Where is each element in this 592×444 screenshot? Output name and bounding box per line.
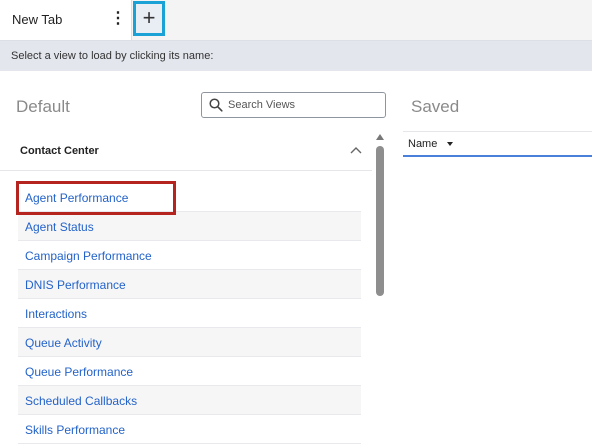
view-link-campaign-performance[interactable]: Campaign Performance [25,249,152,263]
group-header-contact-center[interactable]: Contact Center [0,130,372,171]
view-link-skills-performance[interactable]: Skills Performance [25,423,125,437]
add-tab-button[interactable]: + [133,1,165,36]
scroll-up-arrow-icon[interactable] [376,134,384,140]
saved-panel-title: Saved [411,97,460,116]
caret-down-icon[interactable] [447,142,453,146]
tab-new-tab[interactable]: New Tab ⋮ [0,0,132,40]
view-link-queue-performance[interactable]: Queue Performance [25,365,133,379]
view-link-agent-performance[interactable]: Agent Performance [25,191,128,205]
view-link-dnis-performance[interactable]: DNIS Performance [25,278,126,292]
view-link-interactions[interactable]: Interactions [25,307,87,321]
view-link-queue-activity[interactable]: Queue Activity [25,336,102,350]
tab-label: New Tab [12,12,63,27]
column-label: Name [408,138,438,150]
list-item: Agent Status [18,212,361,241]
search-views-field[interactable] [201,92,386,118]
default-panel-title: Default [16,97,70,116]
list-item: Interactions [18,299,361,328]
list-item: Skills Performance [18,415,361,444]
list-item: Campaign Performance [18,241,361,270]
view-link-agent-status[interactable]: Agent Status [25,220,94,234]
list-item: Queue Performance [18,357,361,386]
list-item: Agent Performance [18,183,361,212]
kebab-menu-icon[interactable]: ⋮ [110,9,126,29]
search-views-input[interactable] [228,96,378,114]
tab-bar: New Tab ⋮ + [0,0,592,41]
scrollbar-thumb[interactable] [376,146,384,296]
search-icon [209,98,223,112]
name-column-header[interactable]: Name [403,132,592,157]
plus-icon: + [142,5,156,30]
view-link-scheduled-callbacks[interactable]: Scheduled Callbacks [25,394,137,408]
list-item: DNIS Performance [18,270,361,299]
view-list: Agent Performance Agent Status Campaign … [18,183,361,444]
chevron-up-icon[interactable] [350,146,362,154]
list-item: Queue Activity [18,328,361,357]
list-item: Scheduled Callbacks [18,386,361,415]
group-title: Contact Center [20,145,99,157]
instruction-bar: Select a view to load by clicking its na… [0,41,592,71]
instruction-text: Select a view to load by clicking its na… [11,50,214,62]
